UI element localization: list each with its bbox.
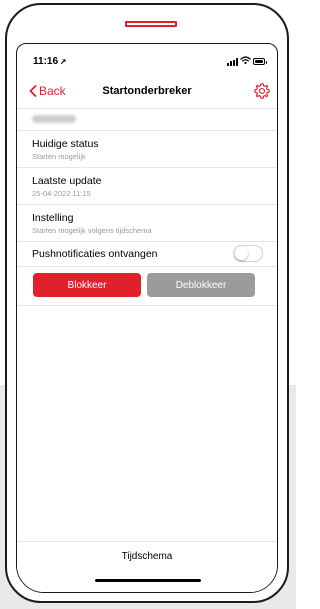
signal-icon <box>227 58 239 66</box>
app-screen: 11:16 ➚ Back Startonderbreker Huidige st… <box>16 43 278 593</box>
status-time-text: 11:16 <box>33 56 59 67</box>
row-value: Starten mogelijk volgens tijdschema <box>32 226 152 235</box>
push-notifications-label: Pushnotificaties ontvangen <box>32 248 158 260</box>
details-list: Huidige status Starten mogelijk Laatste … <box>17 108 277 306</box>
status-bar: 11:16 ➚ <box>17 44 277 76</box>
navigation-bar: Back Startonderbreker <box>17 80 277 106</box>
page-title: Startonderbreker <box>102 85 192 97</box>
row-setting[interactable]: Instelling Starten mogelijk volgens tijd… <box>17 204 277 241</box>
row-last-update: Laatste update 25-04-2022 11:15 <box>17 167 277 204</box>
row-label: Instelling <box>32 212 74 224</box>
row-label: Laatste update <box>32 175 102 187</box>
wifi-icon <box>240 56 251 65</box>
row-value: 25-04-2022 11:15 <box>32 189 91 198</box>
row-label: Huidige status <box>32 138 99 150</box>
status-time: 11:16 ➚ <box>33 56 67 67</box>
license-plate-row <box>17 108 277 130</box>
block-button[interactable]: Blokkeer <box>33 273 141 297</box>
toggle-knob <box>235 247 248 260</box>
phone-frame: 11:16 ➚ Back Startonderbreker Huidige st… <box>5 3 289 603</box>
push-notifications-toggle[interactable] <box>233 245 263 262</box>
push-notifications-row: Pushnotificaties ontvangen <box>17 241 277 266</box>
gear-icon[interactable] <box>253 82 271 100</box>
tab-schedule[interactable]: Tijdschema <box>17 551 277 562</box>
battery-icon <box>253 58 267 65</box>
system-icons <box>205 56 267 67</box>
license-plate-redacted <box>32 115 76 123</box>
location-arrow-icon: ➚ <box>60 57 67 66</box>
row-value: Starten mogelijk <box>32 152 86 161</box>
speaker-mark <box>125 21 177 27</box>
home-indicator[interactable] <box>95 579 201 582</box>
row-current-status: Huidige status Starten mogelijk <box>17 130 277 167</box>
tab-bar: Tijdschema <box>17 541 277 592</box>
action-buttons: Blokkeer Deblokkeer <box>17 266 277 306</box>
unblock-button[interactable]: Deblokkeer <box>147 273 255 297</box>
